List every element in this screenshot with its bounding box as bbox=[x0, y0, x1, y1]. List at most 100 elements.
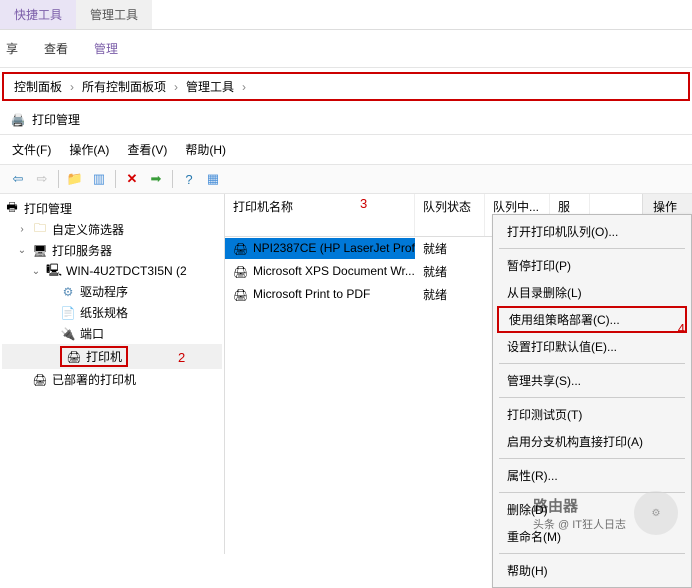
tree-label: 自定义筛选器 bbox=[52, 221, 124, 238]
menu-view[interactable]: 查看 bbox=[44, 40, 68, 57]
menu-share[interactable]: 享 bbox=[6, 40, 18, 57]
annotation-2: 2 bbox=[178, 350, 185, 365]
tree-label: 已部署的打印机 bbox=[52, 371, 136, 388]
menu-print-defaults[interactable]: 设置打印默认值(E)... bbox=[493, 333, 691, 360]
separator bbox=[499, 397, 685, 398]
chevron-right-icon: › bbox=[240, 80, 248, 94]
printer-icon: 🖨 bbox=[233, 242, 249, 256]
tree-pane: 🖶打印管理 › 🗀自定义筛选器 ⌄ 🖥打印服务器 ⌄ 🖳 WIN-4U2TDCT3I5N… bbox=[0, 194, 225, 554]
explorer-menu: 享 查看 管理 bbox=[0, 30, 692, 68]
printer-icon: 🖨 bbox=[233, 288, 249, 302]
bc-all-items[interactable]: 所有控制面板项 bbox=[76, 76, 172, 97]
annotation-4: 4 bbox=[678, 321, 685, 336]
tree-label: WIN-4U2TDCT3I5N (2 bbox=[66, 264, 187, 278]
watermark-text: 路由器 头条 @ IT狂人日志 bbox=[533, 495, 626, 532]
tree-label: 端口 bbox=[80, 325, 104, 342]
menu-view[interactable]: 查看(V) bbox=[127, 141, 167, 158]
menu-properties[interactable]: 属性(R)... bbox=[493, 462, 691, 489]
breadcrumb[interactable]: 控制面板 › 所有控制面板项 › 管理工具 › 1 bbox=[2, 72, 690, 101]
status-cell: 就绪 bbox=[415, 237, 485, 260]
tree-label: 驱动程序 bbox=[80, 283, 128, 300]
tree-deployed[interactable]: 🖨已部署的打印机 bbox=[2, 369, 222, 390]
cell-text: Microsoft XPS Document Wr... bbox=[253, 264, 415, 278]
tab-manage-tools[interactable]: 管理工具 bbox=[76, 0, 152, 29]
help-button[interactable]: ? bbox=[179, 169, 199, 189]
server-icon: 🖥 bbox=[32, 243, 48, 259]
tree-root-label: 打印管理 bbox=[24, 200, 72, 217]
menu-manage[interactable]: 管理 bbox=[94, 40, 118, 57]
printer-name-cell: 🖨 Microsoft XPS Document Wr... bbox=[225, 261, 415, 282]
col-printer-name[interactable]: 打印机名称 bbox=[225, 194, 415, 236]
collapse-icon[interactable]: ⌄ bbox=[30, 266, 42, 277]
menu-manage-sharing[interactable]: 管理共享(S)... bbox=[493, 367, 691, 394]
tree-ports[interactable]: 🔌端口 bbox=[2, 323, 222, 344]
up-button[interactable]: 📁 bbox=[65, 169, 85, 189]
tree-label: 打印机 bbox=[86, 348, 122, 365]
watermark: 路由器 头条 @ IT狂人日志 ⚙ bbox=[533, 491, 678, 535]
paper-icon: 📄 bbox=[60, 305, 76, 321]
port-icon: 🔌 bbox=[60, 326, 76, 342]
menu-help[interactable]: 帮助(H) bbox=[493, 557, 691, 584]
tree-label: 纸张规格 bbox=[80, 304, 128, 321]
separator bbox=[499, 248, 685, 249]
collapse-icon[interactable]: ⌄ bbox=[16, 245, 28, 256]
annotation-box-2: 🖨打印机 bbox=[60, 346, 128, 367]
separator bbox=[499, 363, 685, 364]
menu-test-page[interactable]: 打印测试页(T) bbox=[493, 401, 691, 428]
print-management-icon: 🖶 bbox=[4, 201, 20, 217]
computer-icon: 🖳 bbox=[46, 263, 62, 279]
separator bbox=[499, 458, 685, 459]
printer-name-cell: 🖨Microsoft Print to PDF bbox=[225, 284, 415, 305]
router-icon: ⚙ bbox=[634, 491, 678, 535]
chevron-right-icon: › bbox=[68, 80, 76, 94]
toolbar: ⇦ ⇨ 📁 ▥ ✕ ➡ ? ▦ bbox=[0, 164, 692, 194]
show-hide-tree-button[interactable]: ▥ bbox=[89, 169, 109, 189]
delete-button[interactable]: ✕ bbox=[122, 169, 142, 189]
menu-remove-from-dir[interactable]: 从目录删除(L) bbox=[493, 279, 691, 306]
printer-icon: 🖨 bbox=[233, 265, 249, 279]
separator bbox=[115, 170, 116, 188]
col-queue-status[interactable]: 队列状态 bbox=[415, 194, 485, 236]
watermark-byline: 头条 @ IT狂人日志 bbox=[533, 516, 626, 532]
deployed-printer-icon: 🖨 bbox=[32, 372, 48, 388]
mmc-menu: 文件(F) 操作(A) 查看(V) 帮助(H) bbox=[0, 135, 692, 164]
tree-servers[interactable]: ⌄ 🖥打印服务器 bbox=[2, 240, 222, 261]
tree-printers[interactable]: 🖨打印机 bbox=[2, 344, 222, 369]
bc-control-panel[interactable]: 控制面板 bbox=[8, 76, 68, 97]
menu-action[interactable]: 操作(A) bbox=[69, 141, 109, 158]
driver-icon: ⚙ bbox=[60, 284, 76, 300]
separator bbox=[499, 553, 685, 554]
folder-icon: 🗀 bbox=[32, 222, 48, 238]
back-button[interactable]: ⇦ bbox=[8, 169, 28, 189]
separator bbox=[58, 170, 59, 188]
tree-filters[interactable]: › 🗀自定义筛选器 bbox=[2, 219, 222, 240]
print-management-icon: 🖨️ bbox=[10, 112, 26, 128]
chevron-right-icon: › bbox=[172, 80, 180, 94]
menu-help[interactable]: 帮助(H) bbox=[185, 141, 226, 158]
expand-icon[interactable]: › bbox=[16, 224, 28, 235]
forward-button: ⇨ bbox=[32, 169, 52, 189]
ribbon-tabs: 快捷工具 管理工具 bbox=[0, 0, 692, 30]
status-cell: 就绪 bbox=[415, 283, 485, 306]
menu-pause[interactable]: 暂停打印(P) bbox=[493, 252, 691, 279]
properties-button[interactable]: ▦ bbox=[203, 169, 223, 189]
menu-deploy-gpo[interactable]: 使用组策略部署(C)... bbox=[497, 306, 687, 333]
tab-quick-tools[interactable]: 快捷工具 bbox=[0, 0, 76, 29]
menu-open-queue[interactable]: 打开打印机队列(O)... bbox=[493, 218, 691, 245]
refresh-button[interactable]: ➡ bbox=[146, 169, 166, 189]
tree-root[interactable]: 🖶打印管理 bbox=[2, 198, 222, 219]
menu-file[interactable]: 文件(F) bbox=[12, 141, 51, 158]
annotation-3: 3 bbox=[360, 196, 367, 211]
separator bbox=[172, 170, 173, 188]
tree-label: 打印服务器 bbox=[52, 242, 112, 259]
tree-forms[interactable]: 📄纸张规格 bbox=[2, 302, 222, 323]
watermark-brand: 路由器 bbox=[533, 495, 626, 516]
status-cell: 就绪 bbox=[415, 260, 485, 283]
bc-admin-tools[interactable]: 管理工具 bbox=[180, 76, 240, 97]
menu-branch-print[interactable]: 启用分支机构直接打印(A) bbox=[493, 428, 691, 455]
tree-drivers[interactable]: ⚙驱动程序 bbox=[2, 281, 222, 302]
tree-server-node[interactable]: ⌄ 🖳 WIN-4U2TDCT3I5N (2 bbox=[2, 261, 222, 281]
mmc-title: 打印管理 bbox=[32, 111, 80, 128]
mmc-title-bar: 🖨️ 打印管理 bbox=[0, 105, 692, 135]
cell-text: NPI2387CE (HP LaserJet Prof... bbox=[253, 241, 415, 255]
